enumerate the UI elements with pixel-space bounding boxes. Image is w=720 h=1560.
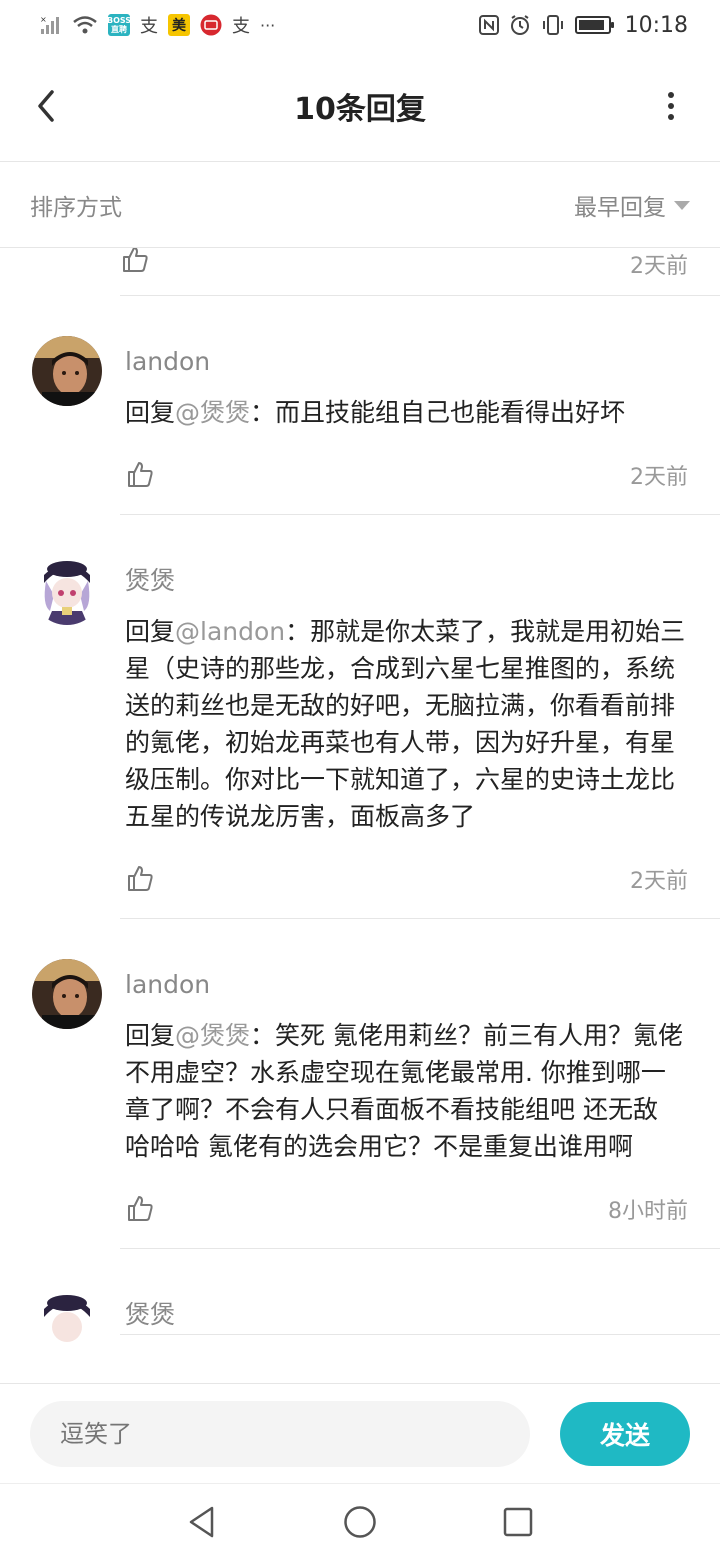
send-button[interactable]: 发送 bbox=[560, 1401, 690, 1466]
mention-link[interactable]: @landon bbox=[175, 617, 285, 646]
mention-link[interactable]: @煲煲 bbox=[175, 398, 250, 427]
comment-text: 回复@煲煲：笑死 氪佬用莉丝？前三有人用？氪佬不用虚空？水系虚空现在氪佬最常用.… bbox=[125, 1017, 688, 1165]
avatar[interactable] bbox=[32, 336, 102, 406]
alipay-icon-2: 支 bbox=[232, 16, 250, 37]
like-icon[interactable] bbox=[125, 1193, 157, 1225]
circle-home-icon bbox=[344, 1506, 376, 1538]
boss-app-icon: BOSS 直聘 bbox=[106, 14, 132, 36]
list-item-partial-top: 2天前 bbox=[120, 248, 720, 296]
more-options-button[interactable] bbox=[656, 80, 686, 132]
reply-prefix: 回复 bbox=[125, 1021, 176, 1050]
list-item: 煲煲 回复@landon：那就是你太菜了，我就是用初始三星（史诗的那些龙，合成到… bbox=[0, 515, 720, 919]
comment-body: ：而且技能组自己也能看得出好坏 bbox=[250, 398, 626, 427]
nav-recents-button[interactable] bbox=[498, 1502, 538, 1542]
sort-selected-value: 最早回复 bbox=[574, 194, 666, 221]
list-item-partial-bottom: 煲煲 bbox=[0, 1249, 720, 1359]
list-item: landon 回复@煲煲：笑死 氪佬用莉丝？前三有人用？氪佬不用虚空？水系虚空现… bbox=[0, 919, 720, 1249]
vibrate-icon bbox=[541, 14, 565, 36]
list-item: landon 回复@煲煲：而且技能组自己也能看得出好坏 2天前 bbox=[0, 296, 720, 515]
like-icon[interactable] bbox=[125, 459, 157, 491]
comment-meta: 2天前 bbox=[125, 457, 688, 493]
comment-username[interactable]: 煲煲 bbox=[125, 1295, 688, 1335]
triangle-back-icon bbox=[189, 1506, 214, 1538]
status-time: 10:18 bbox=[624, 12, 688, 38]
svg-text:×: × bbox=[40, 15, 47, 24]
comment-text: 回复@landon：那就是你太菜了，我就是用初始三星（史诗的那些龙，合成到六星七… bbox=[125, 613, 688, 835]
like-icon[interactable] bbox=[125, 863, 157, 895]
status-bar: × BOSS 直聘 支 美 支 ··· 10:18 bbox=[0, 0, 720, 50]
mention-link[interactable]: @煲煲 bbox=[175, 1021, 250, 1050]
comment-username[interactable]: landon bbox=[125, 342, 688, 382]
nfc-icon bbox=[478, 14, 499, 36]
reply-input-bar: 发送 bbox=[0, 1383, 720, 1483]
more-icon: ··· bbox=[260, 15, 276, 35]
comment-username[interactable]: landon bbox=[125, 965, 688, 1005]
reply-input[interactable] bbox=[30, 1400, 530, 1467]
reply-prefix: 回复 bbox=[125, 617, 176, 646]
avatar[interactable] bbox=[32, 555, 102, 625]
comment-username[interactable]: 煲煲 bbox=[125, 561, 688, 601]
back-button[interactable] bbox=[24, 80, 68, 132]
comment-time: 8小时前 bbox=[608, 1199, 688, 1224]
nav-home-button[interactable] bbox=[340, 1502, 380, 1542]
alarm-icon bbox=[509, 14, 531, 36]
battery-icon bbox=[574, 16, 614, 34]
reply-list[interactable]: 2天前 landon 回复@煲煲：而且技能组自己也能看得出好坏 2天前 煲煲 回… bbox=[0, 248, 720, 1383]
comment-meta: 2天前 bbox=[125, 861, 688, 897]
nav-back-button[interactable] bbox=[182, 1502, 222, 1542]
comment-meta: 8小时前 bbox=[125, 1191, 688, 1227]
comment-time: 2天前 bbox=[630, 869, 688, 894]
like-icon[interactable] bbox=[120, 248, 152, 276]
comment-body: ：那就是你太菜了，我就是用初始三星（史诗的那些龙，合成到六星七星推图的，系统送的… bbox=[125, 617, 686, 831]
meituan-icon: 美 bbox=[168, 14, 190, 36]
sort-label: 排序方式 bbox=[30, 194, 122, 221]
title-bar: 10条回复 bbox=[0, 50, 720, 162]
back-arrow-icon bbox=[38, 90, 54, 122]
more-vertical-icon bbox=[668, 92, 674, 120]
caret-down-icon bbox=[674, 201, 690, 210]
avatar[interactable] bbox=[32, 1289, 102, 1359]
page-title: 10条回复 bbox=[294, 91, 426, 127]
reply-prefix: 回复 bbox=[125, 398, 176, 427]
status-left-icons: × BOSS 直聘 支 美 支 ··· bbox=[40, 14, 276, 37]
status-right-icons: 10:18 bbox=[478, 12, 688, 38]
square-recents-icon bbox=[503, 1507, 533, 1537]
battery-fill bbox=[578, 20, 604, 30]
avatar[interactable] bbox=[32, 959, 102, 1029]
comment-text: 回复@煲煲：而且技能组自己也能看得出好坏 bbox=[125, 394, 688, 431]
unionpay-icon bbox=[200, 14, 222, 36]
sort-dropdown[interactable]: 最早回复 bbox=[574, 188, 690, 222]
signal-icon: × bbox=[40, 14, 62, 36]
comment-time: 2天前 bbox=[630, 254, 688, 279]
sort-bar: 排序方式 最早回复 bbox=[0, 162, 720, 248]
system-nav-bar bbox=[0, 1483, 720, 1560]
wifi-icon bbox=[72, 14, 98, 36]
comment-time: 2天前 bbox=[630, 465, 688, 490]
alipay-icon: 支 bbox=[140, 16, 158, 37]
